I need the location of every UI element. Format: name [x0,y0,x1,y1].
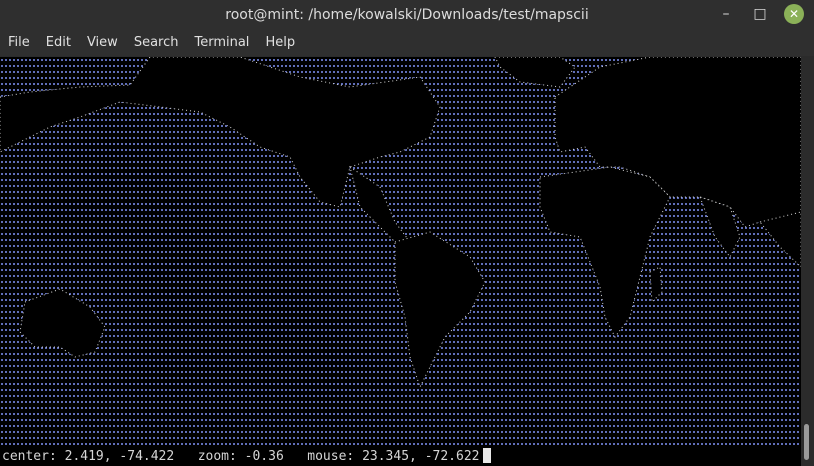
land-central-america [349,165,411,248]
menu-help[interactable]: Help [257,35,303,50]
menu-terminal[interactable]: Terminal [186,35,257,50]
minimize-icon[interactable]: – [716,4,736,24]
land-greenland [494,57,576,88]
land-madagascar [649,266,663,304]
zoom-label: zoom: [197,449,237,464]
land-south-america [394,231,486,389]
menu-bar: File Edit View Search Terminal Help [0,29,814,56]
maximize-icon[interactable]: □ [750,4,770,24]
window-titlebar[interactable]: root@mint: /home/kowalski/Downloads/test… [0,0,814,29]
mouse-value: 23.345, -72.622 [362,449,480,464]
center-label: center: [2,449,57,464]
close-icon[interactable]: ✕ [784,4,804,24]
menu-view[interactable]: View [79,35,126,50]
window-title: root@mint: /home/kowalski/Downloads/test… [225,6,589,23]
status-line: center: 2.419, -74.422 zoom: -0.36 mouse… [0,447,801,466]
terminal-area[interactable]: center: 2.419, -74.422 zoom: -0.36 mouse… [0,57,801,466]
menu-edit[interactable]: Edit [38,35,79,50]
center-value: 2.419, -74.422 [64,449,175,464]
scrollbar-thumb[interactable] [804,424,809,460]
land-africa [539,166,671,338]
window-controls: – □ ✕ [716,4,804,24]
zoom-value: -0.36 [244,449,284,464]
menu-file[interactable]: File [0,35,38,50]
land-australia [19,288,106,358]
world-map[interactable] [0,57,801,447]
menu-search[interactable]: Search [126,35,187,50]
text-cursor [483,448,492,463]
scrollbar[interactable] [801,57,814,466]
mouse-label: mouse: [307,449,355,464]
